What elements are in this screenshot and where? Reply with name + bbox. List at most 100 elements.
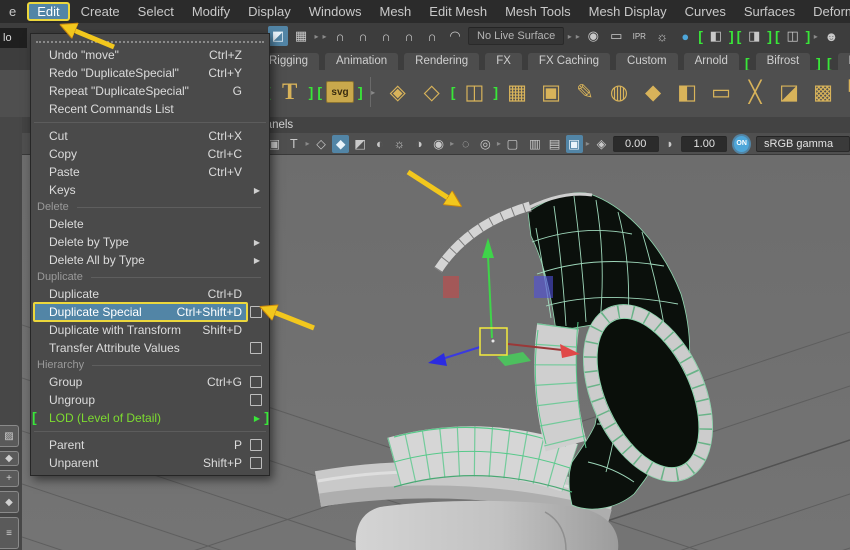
collapse-divider[interactable]: ▸	[575, 27, 580, 45]
menu-item-delete[interactable]: Delete	[31, 215, 269, 233]
snap-to-view-plane-icon[interactable]: ∩	[422, 26, 442, 46]
lattice-icon[interactable]: ▩	[808, 75, 838, 109]
shadows-display-icon[interactable]: ◑	[411, 135, 428, 153]
separate-icon[interactable]: ◇	[417, 75, 447, 109]
menu-item-cut[interactable]: CutCtrl+X	[31, 127, 269, 145]
isolate-select-icon[interactable]: ▥	[527, 135, 544, 153]
menu-item-unparent[interactable]: UnparentShift+P	[31, 454, 269, 472]
menu-edit-mesh[interactable]: Edit Mesh	[420, 2, 496, 21]
multi-cut-icon[interactable]: ✎	[570, 75, 600, 109]
option-box[interactable]	[250, 394, 262, 406]
snap-to-point-icon[interactable]: ∩	[376, 26, 396, 46]
type-tool-icon[interactable]: T	[275, 75, 305, 109]
xray-display-icon[interactable]: ◌	[457, 135, 474, 153]
toon-shader-icon[interactable]: ◨	[744, 26, 764, 46]
collapse-divider[interactable]: ▸	[314, 27, 319, 45]
combine-icon[interactable]: ◈	[383, 75, 413, 109]
menu-item-delete-by-type[interactable]: Delete by Type▶	[31, 233, 269, 251]
user-account-icon[interactable]: ☻	[821, 26, 841, 46]
snap-to-curve-icon[interactable]: ∩	[353, 26, 373, 46]
menu-item-transfer-attribute-values[interactable]: Transfer Attribute Values	[31, 339, 269, 357]
menu-item-duplicate-special[interactable]: Duplicate SpecialCtrl+Shift+D	[31, 303, 269, 321]
mirror-icon[interactable]: ◫	[459, 75, 489, 109]
shelf-tab-custom[interactable]: Custom	[616, 53, 678, 70]
ipr-render-icon[interactable]: IPR	[629, 26, 649, 46]
colorspace-dropdown[interactable]: sRGB gamma	[756, 136, 850, 152]
collapse-divider[interactable]: ▸	[813, 27, 818, 45]
collapse-divider[interactable]: ▸	[305, 135, 310, 153]
menu-mesh-display[interactable]: Mesh Display	[580, 2, 676, 21]
bevel-icon[interactable]: ◧	[672, 75, 702, 109]
layout-four-pane-button[interactable]: ◆	[0, 451, 19, 466]
menu-surfaces[interactable]: Surfaces	[735, 2, 804, 21]
shelf-tab-mash[interactable]: MASH	[838, 53, 850, 70]
menu-create[interactable]: Create	[72, 2, 129, 21]
shelf-tab-bifrost[interactable]: Bifrost	[756, 53, 811, 70]
layout-single-pane-button[interactable]: ▨	[0, 425, 19, 447]
shelf-tab-fx-caching[interactable]: FX Caching	[528, 53, 610, 70]
exposure-field[interactable]: 0.00	[613, 136, 659, 152]
xray-joints-icon[interactable]: ◎	[477, 135, 494, 153]
materials-display-icon[interactable]: ◐	[372, 135, 389, 153]
menu-edit[interactable]: Edit	[27, 2, 69, 21]
gamma-on-toggle[interactable]: ON	[734, 136, 749, 152]
option-box[interactable]	[250, 342, 262, 354]
boolean-icon[interactable]: ▚	[842, 75, 850, 109]
option-box[interactable]	[250, 457, 262, 469]
svg-tool-icon[interactable]: svg	[326, 81, 354, 103]
layout-stacked-button[interactable]: ≡	[0, 517, 19, 549]
snap-to-grid-icon[interactable]: ∩	[330, 26, 350, 46]
menu-windows[interactable]: Windows	[300, 2, 371, 21]
option-box[interactable]	[250, 439, 262, 451]
option-box[interactable]	[250, 376, 262, 388]
menu-item-undo-move[interactable]: Undo "move"Ctrl+Z	[31, 46, 269, 64]
menu-item-copy[interactable]: CopyCtrl+C	[31, 145, 269, 163]
menu-item-paste[interactable]: PasteCtrl+V	[31, 163, 269, 181]
paint-effects-icon[interactable]: ◧	[706, 26, 726, 46]
sculpt-icon[interactable]: ◪	[774, 75, 804, 109]
collapse-divider[interactable]: ▸	[322, 27, 327, 45]
collapse-divider[interactable]: ▸	[450, 135, 455, 153]
menu-item-recent-commands-list[interactable]: Recent Commands List	[31, 100, 269, 118]
shaded-display-icon[interactable]: ◆	[332, 135, 349, 153]
isolate-view-icon[interactable]: ▣	[566, 135, 583, 153]
collapse-divider[interactable]: ▸	[370, 77, 376, 107]
menu-select[interactable]: Select	[129, 2, 183, 21]
menu-item-parent[interactable]: ParentP	[31, 436, 269, 454]
menu-tearoff[interactable]	[36, 36, 264, 43]
grid-fill-icon[interactable]: ▦	[502, 75, 532, 109]
menu-item-keys[interactable]: Keys▶	[31, 181, 269, 199]
render-settings-icon[interactable]: ☼	[652, 26, 672, 46]
layout-add-button[interactable]: +	[0, 470, 19, 487]
menu-mesh[interactable]: Mesh	[370, 2, 420, 21]
knife-icon[interactable]: ╳	[740, 75, 770, 109]
menu-item-duplicate[interactable]: DuplicateCtrl+D	[31, 285, 269, 303]
wireframe-display-icon[interactable]: ◇	[313, 135, 330, 153]
shelf-tab-animation[interactable]: Animation	[325, 53, 398, 70]
poly-cylinder-icon[interactable]: ◍	[604, 75, 634, 109]
menu-curves[interactable]: Curves	[676, 2, 735, 21]
select-by-component-icon[interactable]: ▦	[291, 26, 311, 46]
collapse-divider[interactable]: ▸	[586, 135, 591, 153]
render-current-frame-icon[interactable]: ▭	[606, 26, 626, 46]
edge-loop-icon[interactable]: ▭	[706, 75, 736, 109]
menu-display[interactable]: Display	[239, 2, 300, 21]
option-box[interactable]	[250, 306, 262, 318]
isolate-selected-icon[interactable]: ▤	[546, 135, 563, 153]
exposure-icon[interactable]: ◈	[593, 135, 610, 153]
menu-item-delete-all-by-type[interactable]: Delete All by Type▶	[31, 251, 269, 269]
xgen-icon[interactable]: ◫	[783, 26, 803, 46]
select-by-hierarchy-icon[interactable]: ◩	[268, 26, 288, 46]
render-view-icon[interactable]: ◉	[583, 26, 603, 46]
ambient-occlusion-icon[interactable]: ◉	[430, 135, 447, 153]
live-surface-field[interactable]: No Live Surface	[468, 27, 564, 45]
type-annotation-icon[interactable]: T	[286, 135, 303, 153]
make-live-icon[interactable]: ◠	[445, 26, 465, 46]
shelf-tab-arnold[interactable]: Arnold	[684, 53, 739, 70]
menu-item-repeat-duplicatespecial[interactable]: Repeat "DuplicateSpecial"G	[31, 82, 269, 100]
quad-draw-icon[interactable]: ◆	[638, 75, 668, 109]
gamma-icon[interactable]: ◗	[662, 135, 679, 153]
menu-item-redo-duplicatespecial[interactable]: Redo "DuplicateSpecial"Ctrl+Y	[31, 64, 269, 82]
menu-item-ungroup[interactable]: Ungroup	[31, 391, 269, 409]
menu-deform[interactable]: Deform	[804, 2, 850, 21]
